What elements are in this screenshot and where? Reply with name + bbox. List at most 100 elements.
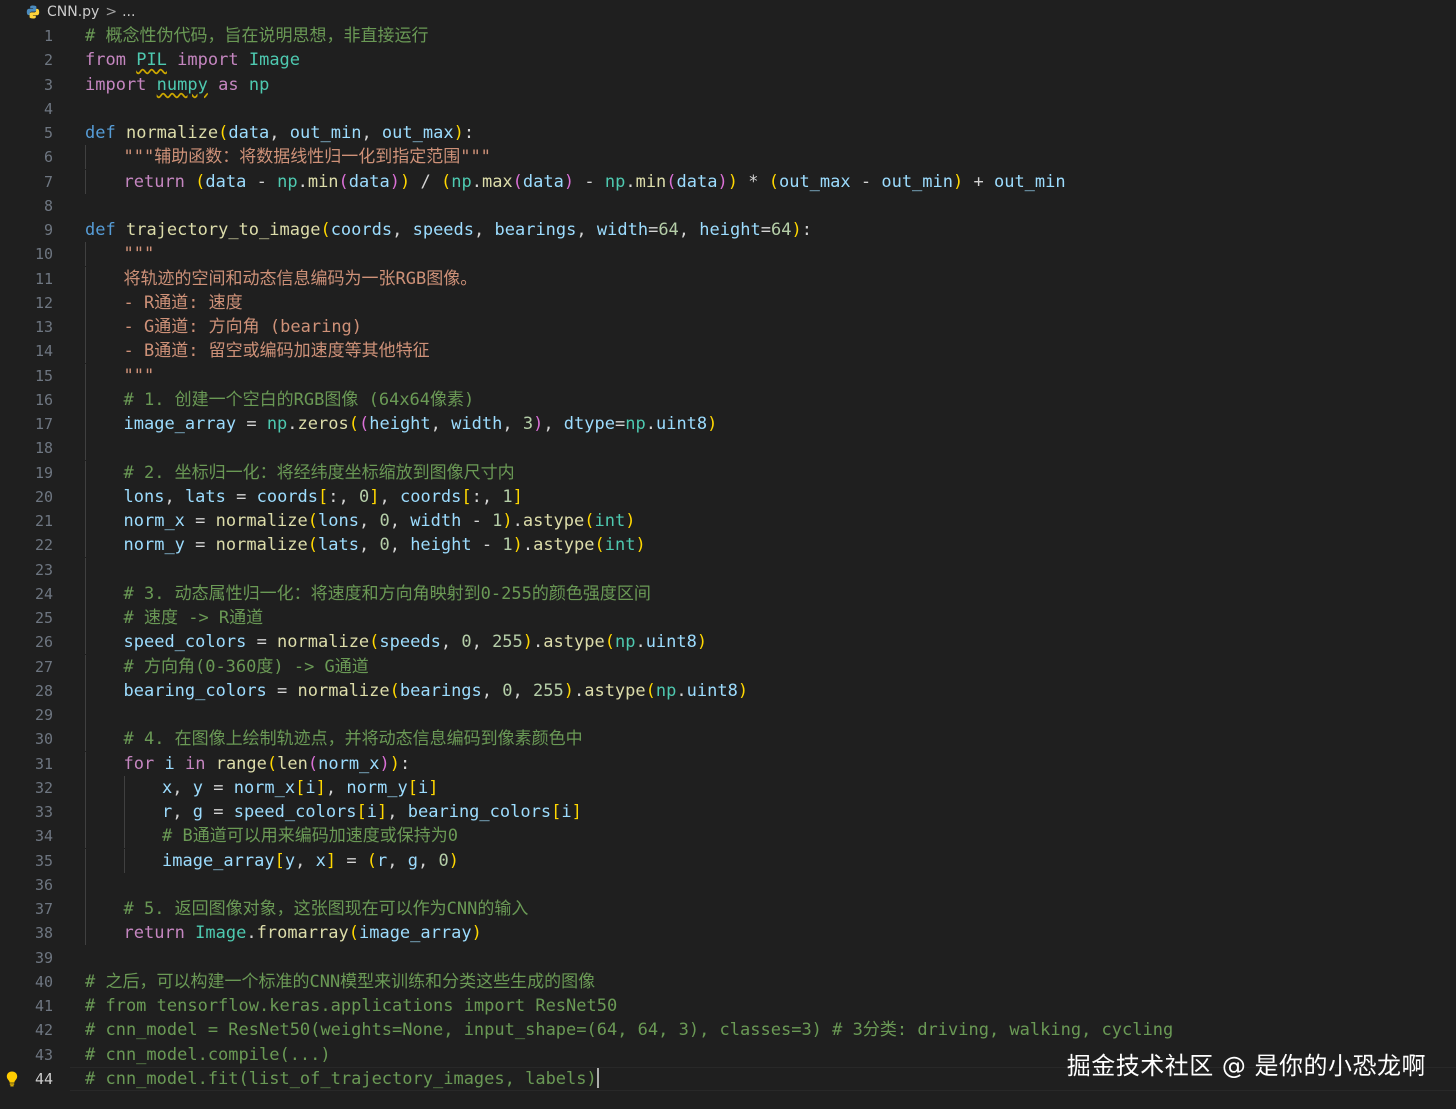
code-line[interactable]: 20 lons, lats = coords[:, 0], coords[:, 1… (0, 484, 1456, 509)
code-line[interactable]: 16 # 1. 创建一个空白的RGB图像 (64x64像素) (0, 387, 1456, 412)
code-token: x (315, 850, 326, 871)
code-token: r (162, 802, 173, 822)
line-number: 31 (34, 754, 53, 773)
code-line[interactable]: 13 - G通道: 方向角 (bearing) (0, 315, 1456, 339)
code-line[interactable]: 7 return (data - np.min(data)) / (np.max(… (0, 169, 1456, 194)
code-token: = (202, 777, 234, 798)
code-token: np (266, 414, 288, 434)
code-line[interactable]: 5 def normalize(data, out_min, out_max): (0, 121, 1456, 145)
code-token: . (635, 632, 646, 653)
line-number: 41 (34, 997, 53, 1015)
code-token: :, (471, 486, 503, 507)
code-token: uint8 (655, 414, 708, 434)
line-number: 18 (34, 439, 53, 458)
code-line[interactable]: 11 将轨迹的空间和动态信息编码为一张RGB图像。 (0, 266, 1456, 291)
code-line[interactable]: 30 # 4. 在图像上绘制轨迹点，并将动态信息编码到像素颜色中 (0, 727, 1456, 752)
code-line[interactable]: 32 x, y = norm_x[i], norm_y[i] (0, 775, 1456, 800)
code-token: ] (512, 486, 523, 507)
code-token: g (192, 802, 203, 822)
code-line[interactable]: 12 - R通道: 速度 (0, 290, 1456, 315)
line-number: 1 (43, 27, 53, 45)
code-line[interactable]: 22 norm_y = normalize(lats, 0, height - 1… (0, 533, 1456, 558)
code-line[interactable]: 40 # 之后，可以构建一个标准的CNN模型来训练和分类这些生成的图像 (0, 970, 1456, 994)
indent-guide (85, 824, 86, 849)
code-token: width (596, 220, 649, 240)
code-token: = (184, 535, 216, 556)
code-token: i (366, 802, 378, 822)
code-token: g (407, 850, 419, 871)
code-token: normalize (297, 680, 390, 701)
code-line[interactable]: 18 (0, 436, 1456, 461)
code-line[interactable]: 34 # B通道可以用来编码加速度或保持为0 (0, 824, 1456, 849)
code-line[interactable]: 36 (0, 872, 1456, 897)
code-token: , (325, 777, 347, 798)
indent-guide (85, 266, 86, 291)
line-number: 36 (34, 875, 53, 894)
code-token: 0 (359, 486, 370, 507)
code-line[interactable]: 6 """辅助函数：将数据线性归一化到指定范围""" (0, 145, 1456, 170)
code-line[interactable]: 24 # 3. 动态属性归一化：将速度和方向角映射到0-255的颜色强度区间 (0, 581, 1456, 606)
code-line[interactable]: 33 r, g = speed_colors[i], bearing_colors… (0, 800, 1456, 824)
code-token: ) (533, 414, 544, 434)
line-number: 14 (34, 342, 53, 361)
code-line[interactable]: 9 def trajectory_to_image(coords, speeds,… (0, 218, 1456, 242)
code-token: [ (274, 850, 285, 871)
breadcrumb-file[interactable]: CNN.py (47, 4, 99, 20)
code-line[interactable]: 4 (0, 97, 1456, 121)
code-line[interactable]: 21 norm_x = normalize(lons, 0, width - 1)… (0, 509, 1456, 533)
code-line[interactable]: 41 # from tensorflow.keras.applications i… (0, 994, 1456, 1018)
code-line[interactable]: 17 image_array = np.zeros((height, width,… (0, 412, 1456, 436)
code-line[interactable]: 3 import numpy as np (0, 73, 1456, 97)
code-line[interactable]: 29 (0, 703, 1456, 727)
code-token: # from tensorflow.keras.applications imp… (85, 996, 618, 1016)
code-line[interactable]: 14 - B通道: 留空或编码加速度等其他特征 (0, 339, 1456, 364)
code-token: : (801, 220, 812, 240)
code-line[interactable]: 19 # 2. 坐标归一化：将经纬度坐标缩放到图像尺寸内 (0, 460, 1456, 485)
code-line[interactable]: 35 image_array[y, x] = (r, g, 0) (0, 848, 1456, 873)
code-line[interactable]: 1 # 概念性伪代码，旨在说明思想，非直接运行 (0, 24, 1456, 48)
code-token: , (678, 220, 700, 240)
code-line[interactable]: 28 bearing_colors = normalize(bearings, 0… (0, 678, 1456, 703)
line-number: 28 (34, 681, 53, 700)
line-number: 9 (43, 221, 53, 239)
code-token: , (430, 414, 452, 434)
code-line[interactable]: 10 """ (0, 242, 1456, 267)
code-line[interactable]: 31 for i in range(len(norm_x)): (0, 751, 1456, 776)
code-line[interactable]: 26 speed_colors = normalize(speeds, 0, 25… (0, 630, 1456, 655)
indent-guide (85, 703, 86, 727)
code-token: , (295, 850, 316, 871)
code-token: / (410, 171, 441, 192)
code-line[interactable]: 42 # cnn_model = ResNet50(weights=None, i… (0, 1018, 1456, 1042)
code-token: speeds (379, 632, 441, 653)
code-line[interactable]: 2 from PIL import Image (0, 48, 1456, 72)
code-token: astype (533, 535, 595, 556)
code-line[interactable]: 37 # 5. 返回图像对象，这张图现在可以作为CNN的输入 (0, 897, 1456, 921)
code-text: import numpy as np (85, 73, 269, 97)
code-token: # 1. 创建一个空白的RGB图像 (64x64像素) (123, 389, 475, 410)
indent-guide (123, 824, 125, 849)
indent-guide (85, 654, 86, 679)
code-token: ( (218, 123, 229, 143)
code-line[interactable]: 15 """ (0, 363, 1456, 388)
code-token: np (625, 414, 646, 434)
code-line[interactable]: 39 (0, 946, 1456, 970)
breadcrumb-symbol-ellipsis[interactable]: ... (122, 4, 135, 20)
code-token: np (604, 171, 626, 192)
code-line[interactable]: 27 # 方向角(0-360度) -> G通道 (0, 654, 1456, 679)
line-number: 10 (34, 245, 53, 264)
code-line[interactable]: 8 (0, 194, 1456, 218)
code-token: i (561, 802, 572, 822)
code-line[interactable]: 38 return Image.fromarray(image_array) (0, 921, 1456, 946)
code-text: # 2. 坐标归一化：将经纬度坐标缩放到图像尺寸内 (124, 461, 515, 485)
code-token: coords (399, 486, 462, 507)
code-token: = (760, 220, 771, 240)
code-token: [ (356, 802, 367, 822)
code-editor[interactable]: 1 # 概念性伪代码，旨在说明思想，非直接运行 2 from PIL import I… (0, 24, 1456, 1109)
code-line[interactable]: 23 (0, 557, 1456, 582)
code-token: ( (584, 511, 595, 531)
lightbulb-icon[interactable] (6, 1071, 20, 1087)
code-line[interactable]: 25 # 速度 -> R通道 (0, 606, 1456, 630)
